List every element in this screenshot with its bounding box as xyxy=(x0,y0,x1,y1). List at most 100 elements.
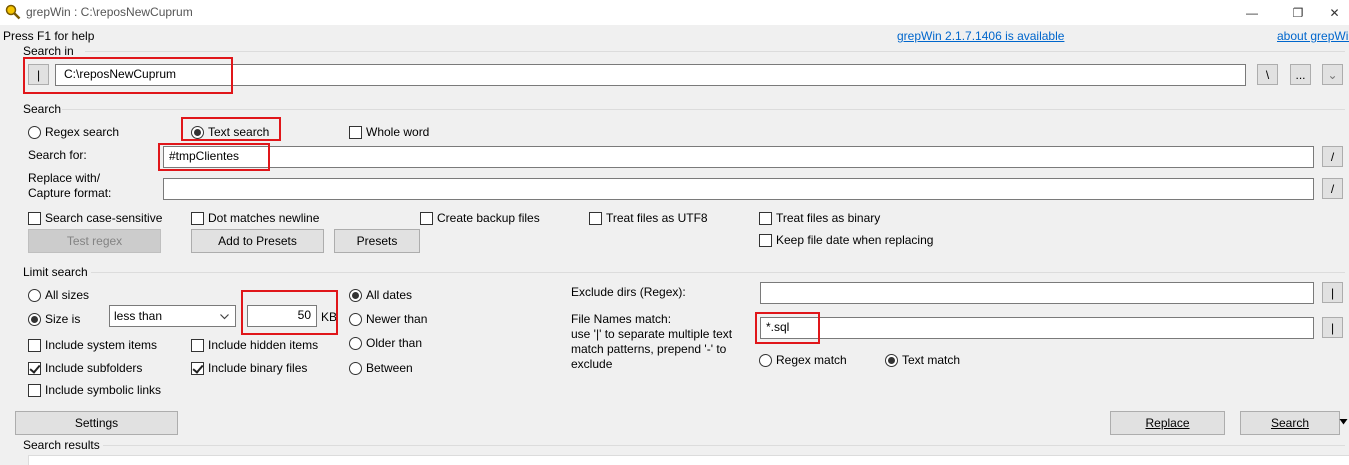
all-dates-label: All dates xyxy=(366,288,413,302)
hidden-items-label: Include hidden items xyxy=(208,338,319,352)
subfolders-checkbox[interactable]: Include subfolders xyxy=(28,361,142,375)
newer-than-option[interactable]: Newer than xyxy=(349,312,427,326)
size-comparison-select[interactable]: less than xyxy=(109,305,236,327)
restore-button[interactable]: ❐ xyxy=(1275,0,1321,25)
binary-checkbox[interactable]: Treat files as binary xyxy=(759,211,880,225)
settings-button[interactable]: Settings xyxy=(15,411,178,435)
radio-icon xyxy=(349,336,362,350)
older-than-option[interactable]: Older than xyxy=(349,336,422,350)
checkbox-icon xyxy=(28,338,41,352)
backup-files-checkbox[interactable]: Create backup files xyxy=(420,211,540,225)
dot-newline-checkbox[interactable]: Dot matches newline xyxy=(191,211,319,225)
search-for-regex-button[interactable]: / xyxy=(1322,146,1343,167)
case-sensitive-checkbox[interactable]: Search case-sensitive xyxy=(28,211,162,225)
search-split-dropdown-icon[interactable] xyxy=(1339,418,1348,426)
group-divider xyxy=(85,51,1345,52)
checkbox-icon xyxy=(28,383,41,397)
minimize-button[interactable]: — xyxy=(1229,0,1275,25)
add-to-presets-button[interactable]: Add to Presets xyxy=(191,229,324,253)
system-items-label: Include system items xyxy=(45,338,158,352)
checkbox-icon xyxy=(28,361,41,375)
radio-icon xyxy=(349,361,362,375)
file-names-label-line3: match patterns, prepend '-' to xyxy=(571,342,727,356)
older-than-label: Older than xyxy=(366,336,423,350)
replace-regex-button[interactable]: / xyxy=(1322,178,1343,199)
highlight-box xyxy=(23,57,233,94)
text-match-option[interactable]: Text match xyxy=(885,353,960,367)
file-names-label-line2: use '|' to separate multiple text xyxy=(571,327,733,341)
replace-input[interactable] xyxy=(163,178,1314,200)
checkbox-icon xyxy=(191,338,204,352)
search-group-label: Search xyxy=(23,102,62,116)
search-in-label: Search in xyxy=(23,44,74,58)
symlinks-checkbox[interactable]: Include symbolic links xyxy=(28,383,161,397)
test-regex-button[interactable]: Test regex xyxy=(28,229,161,253)
highlight-box xyxy=(241,290,338,335)
window-title: grepWin : C:\reposNewCuprum xyxy=(26,5,193,19)
about-link[interactable]: about grepWin xyxy=(1277,29,1349,43)
radio-icon xyxy=(349,312,362,326)
exclude-dirs-input[interactable] xyxy=(760,282,1314,304)
between-option[interactable]: Between xyxy=(349,361,413,375)
chevron-down-icon xyxy=(220,314,229,320)
title-bar: grepWin : C:\reposNewCuprum — ❐ ✕ xyxy=(0,0,1349,25)
search-results-label: Search results xyxy=(23,438,100,452)
case-sensitive-label: Search case-sensitive xyxy=(45,211,163,225)
replace-label-line2: Capture format: xyxy=(28,186,112,200)
checkbox-icon xyxy=(349,125,362,139)
help-text: Press F1 for help xyxy=(3,29,95,43)
limit-search-label: Limit search xyxy=(23,265,88,279)
binary-label: Treat files as binary xyxy=(776,211,881,225)
highlight-box xyxy=(181,117,281,141)
text-match-label: Text match xyxy=(902,353,961,367)
close-button[interactable]: ✕ xyxy=(1320,0,1349,25)
hidden-items-checkbox[interactable]: Include hidden items xyxy=(191,338,318,352)
replace-label-line1: Replace with/ xyxy=(28,171,101,185)
search-results-list[interactable] xyxy=(28,455,1349,465)
symlinks-label: Include symbolic links xyxy=(45,383,162,397)
search-for-input[interactable]: #tmpClientes xyxy=(163,146,1314,168)
binary-files-checkbox[interactable]: Include binary files xyxy=(191,361,307,375)
size-is-option[interactable]: Size is xyxy=(28,312,80,326)
checkbox-icon xyxy=(759,233,772,247)
checkbox-icon xyxy=(420,211,433,225)
system-items-checkbox[interactable]: Include system items xyxy=(28,338,157,352)
keep-date-checkbox[interactable]: Keep file date when replacing xyxy=(759,233,933,247)
radio-icon xyxy=(759,353,772,367)
utf8-checkbox[interactable]: Treat files as UTF8 xyxy=(589,211,708,225)
browse-button[interactable]: ... xyxy=(1290,64,1311,85)
search-button[interactable]: Search xyxy=(1240,411,1340,435)
checkbox-icon xyxy=(191,211,204,225)
group-divider xyxy=(91,272,1345,273)
file-names-input[interactable]: *.sql xyxy=(760,317,1314,339)
presets-button[interactable]: Presets xyxy=(334,229,420,253)
backup-files-label: Create backup files xyxy=(437,211,540,225)
file-names-label-line4: exclude xyxy=(571,357,613,371)
group-divider xyxy=(103,445,1345,446)
group-divider xyxy=(62,109,1345,110)
keep-date-label: Keep file date when replacing xyxy=(776,233,934,247)
regex-search-option[interactable]: Regex search xyxy=(28,125,119,139)
search-path-input[interactable]: C:\reposNewCuprum xyxy=(55,64,1246,86)
checkbox-icon xyxy=(191,361,204,375)
size-comparison-value: less than xyxy=(114,309,163,323)
radio-icon xyxy=(349,288,362,302)
radio-icon xyxy=(28,125,41,139)
binary-files-label: Include binary files xyxy=(208,361,308,375)
whole-word-label: Whole word xyxy=(366,125,430,139)
exclude-dirs-button[interactable]: | xyxy=(1322,282,1343,303)
backslash-button[interactable]: \ xyxy=(1257,64,1278,85)
replace-button[interactable]: Replace xyxy=(1110,411,1225,435)
dot-newline-label: Dot matches newline xyxy=(208,211,320,225)
whole-word-checkbox[interactable]: Whole word xyxy=(349,125,429,139)
checkbox-icon xyxy=(28,211,41,225)
subfolders-label: Include subfolders xyxy=(45,361,143,375)
all-dates-option[interactable]: All dates xyxy=(349,288,412,302)
size-is-label: Size is xyxy=(45,312,81,326)
regex-match-label: Regex match xyxy=(776,353,847,367)
all-sizes-option[interactable]: All sizes xyxy=(28,288,89,302)
regex-match-option[interactable]: Regex match xyxy=(759,353,847,367)
path-history-dropdown-button[interactable]: ⌄ xyxy=(1322,64,1343,85)
update-link[interactable]: grepWin 2.1.7.1406 is available xyxy=(897,29,1064,43)
file-names-button[interactable]: | xyxy=(1322,317,1343,338)
